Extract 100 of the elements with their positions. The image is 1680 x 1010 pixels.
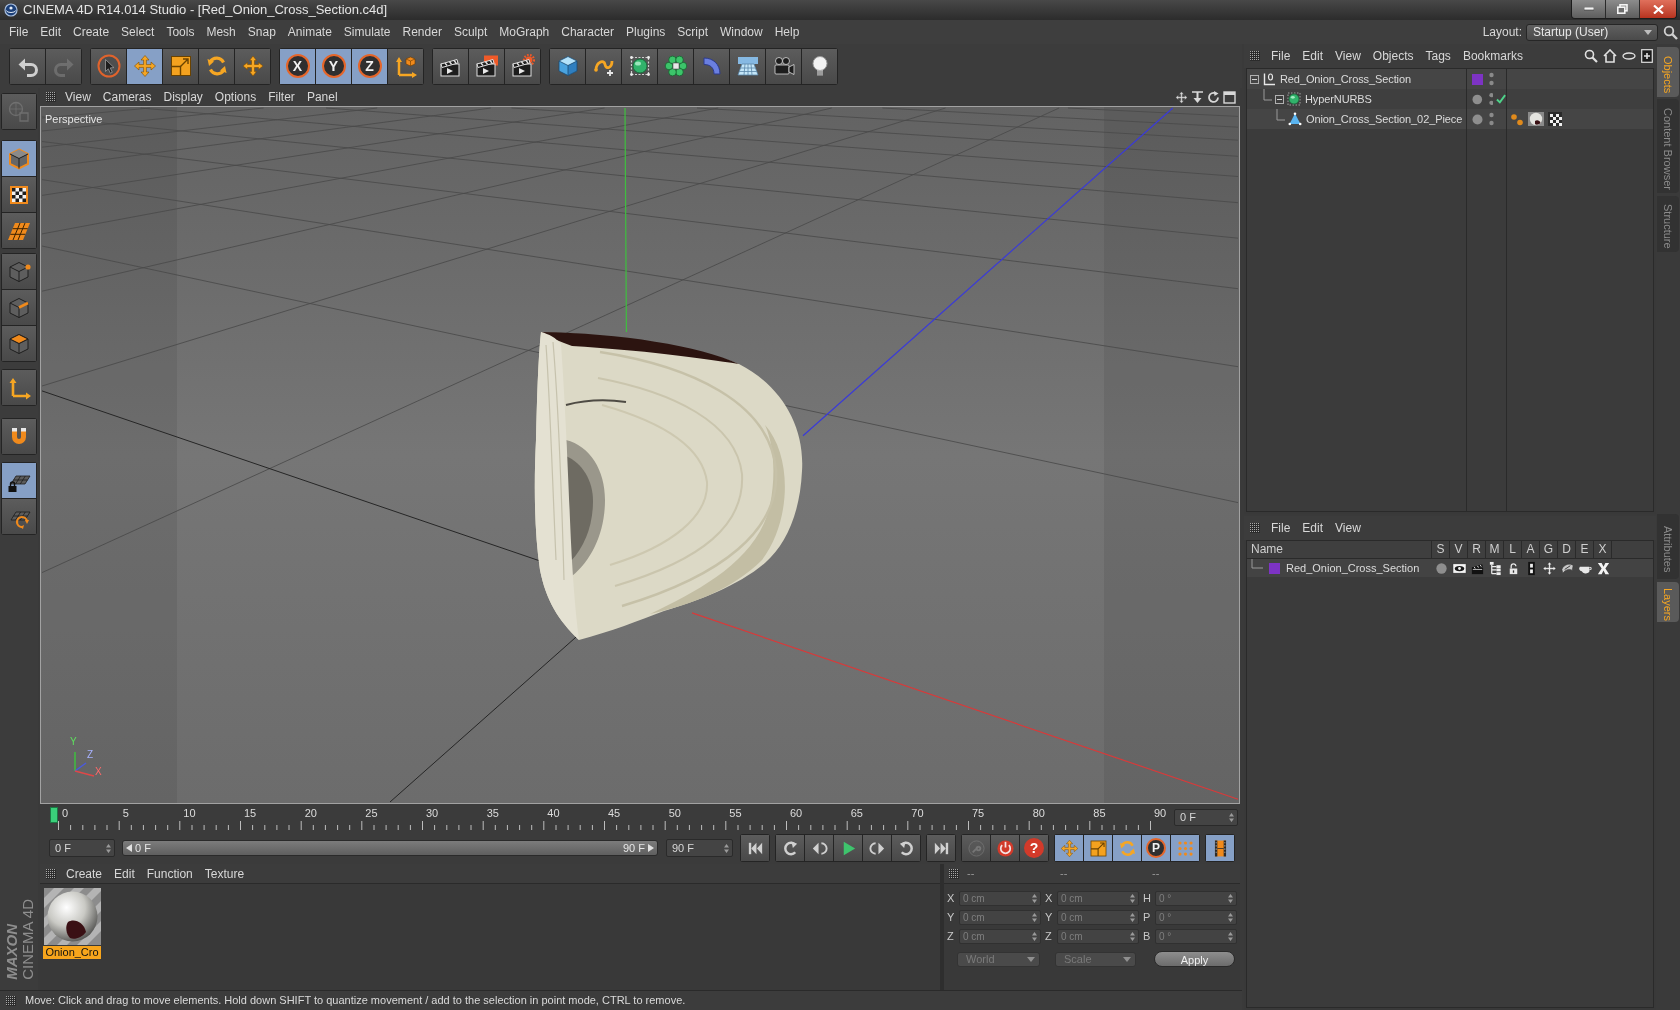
layer-dot-icon[interactable]	[1472, 93, 1483, 105]
object-row[interactable]: HyperNURBS	[1247, 89, 1653, 109]
light-button[interactable]	[802, 48, 837, 84]
grip-icon[interactable]	[6, 995, 16, 1006]
material-sphere-icon[interactable]	[1528, 112, 1544, 126]
render-settings-button[interactable]	[505, 48, 540, 84]
viewport-menu-item[interactable]: Options	[208, 89, 263, 105]
menu-item[interactable]: Render	[396, 22, 448, 42]
viewport-menu-item[interactable]: Panel	[300, 89, 344, 105]
menu-item[interactable]: Tools	[160, 22, 201, 42]
right-triangle-icon[interactable]	[648, 844, 654, 852]
menu-item[interactable]: File	[1265, 47, 1297, 65]
scale-button[interactable]	[163, 48, 198, 84]
menu-item[interactable]: Tags	[1419, 47, 1457, 65]
minimize-button[interactable]	[1572, 0, 1606, 18]
menu-item[interactable]: Select	[115, 22, 161, 42]
viewport-menu-item[interactable]: Filter	[262, 89, 301, 105]
menu-item[interactable]: View	[1329, 47, 1367, 65]
axis-mode-button[interactable]	[2, 370, 36, 405]
cross-arrows-icon[interactable]	[1175, 90, 1188, 104]
next-key-button[interactable]	[892, 835, 920, 861]
menu-item[interactable]: Window	[714, 22, 769, 42]
menu-item[interactable]: File	[1265, 519, 1297, 537]
visibility-dots-icon[interactable]	[1489, 112, 1494, 126]
menu-item[interactable]: Texture	[198, 864, 251, 883]
two-dots-icon[interactable]	[1510, 112, 1524, 126]
panel-tab[interactable]: Objects	[1657, 47, 1679, 97]
search-icon[interactable]	[1584, 49, 1598, 63]
step-forward-button[interactable]	[863, 835, 891, 861]
perspective-viewport[interactable]: Perspective Y Z X	[40, 106, 1240, 804]
viewport-menu-item[interactable]: View	[59, 89, 97, 105]
viewport-menu-item[interactable]: Display	[157, 89, 209, 105]
locked-workplane-button[interactable]	[2, 463, 36, 498]
menu-item[interactable]: MoGraph	[493, 22, 556, 42]
menu-item[interactable]: View	[1329, 519, 1367, 537]
object-name[interactable]: HyperNURBS	[1305, 90, 1372, 108]
panel-tab[interactable]: Structure	[1657, 196, 1679, 252]
go-to-start-button[interactable]	[741, 835, 769, 861]
selection-button[interactable]	[91, 48, 126, 84]
visibility-dots-icon[interactable]	[1489, 72, 1494, 86]
column-header[interactable]: D	[1558, 541, 1576, 558]
move-button[interactable]	[127, 48, 162, 84]
menu-item[interactable]: Objects	[1366, 47, 1420, 65]
object-row[interactable]: Red_Onion_Cross_Section	[1247, 69, 1653, 89]
go-to-end-button[interactable]	[927, 835, 955, 861]
caret-icon[interactable]	[1644, 29, 1652, 35]
menu-item[interactable]: Mesh	[200, 22, 242, 42]
playhead[interactable]	[50, 807, 58, 823]
column-header[interactable]: S	[1432, 541, 1450, 558]
column-header[interactable]: M	[1486, 541, 1504, 558]
column-header[interactable]: G	[1540, 541, 1558, 558]
column-header[interactable]: A	[1522, 541, 1540, 558]
question-button[interactable]: ?	[1020, 835, 1048, 861]
collapse-icon[interactable]	[1275, 94, 1284, 104]
menu-item[interactable]: Function	[140, 864, 199, 883]
material-thumbnail[interactable]	[43, 888, 101, 945]
points-mode-button[interactable]	[2, 254, 36, 289]
autokey-button[interactable]	[991, 835, 1019, 861]
menu-item[interactable]: Simulate	[337, 22, 397, 42]
menu-item[interactable]: Edit	[1296, 519, 1330, 537]
step-back-button[interactable]	[805, 835, 833, 861]
menu-item[interactable]: Edit	[1296, 47, 1330, 65]
spinner-icon[interactable]	[106, 843, 111, 853]
y-axis-button[interactable]: Y	[316, 48, 351, 84]
grip-icon[interactable]	[1250, 523, 1260, 533]
layout-dropdown[interactable]: Startup (User)	[1526, 23, 1658, 41]
play-button[interactable]	[834, 835, 862, 861]
snap-button[interactable]	[2, 419, 36, 454]
column-header[interactable]: R	[1468, 541, 1486, 558]
menu-item[interactable]: Animate	[281, 22, 338, 42]
menu-item[interactable]: Script	[671, 22, 714, 42]
close-button[interactable]	[1640, 0, 1676, 18]
object-row[interactable]: Onion_Cross_Section_02_Piece	[1247, 109, 1653, 129]
spline-button[interactable]	[586, 48, 621, 84]
start-frame-field[interactable]: 0 F	[49, 839, 115, 857]
hierarchy-icon[interactable]	[1487, 560, 1503, 576]
x-axis-button[interactable]: X	[280, 48, 315, 84]
deformer-button[interactable]	[694, 48, 729, 84]
home-icon[interactable]	[1603, 49, 1617, 63]
menu-item[interactable]: Help	[768, 22, 806, 42]
object-name[interactable]: Red_Onion_Cross_Section	[1280, 70, 1411, 88]
camera-button[interactable]	[766, 48, 801, 84]
circular-arrow-icon[interactable]	[1207, 90, 1220, 104]
collapse-icon[interactable]	[1250, 74, 1259, 84]
window-icon[interactable]	[1223, 90, 1236, 104]
checkmark-icon[interactable]	[1496, 94, 1506, 104]
plus-box-icon[interactable]	[1641, 49, 1653, 63]
floor-button[interactable]	[730, 48, 765, 84]
panel-tab[interactable]: Content Browser	[1657, 99, 1679, 193]
rotate-button[interactable]	[199, 48, 234, 84]
coordinate-system-button[interactable]	[388, 48, 423, 84]
checker-icon[interactable]	[1548, 112, 1562, 126]
grip-icon[interactable]	[46, 92, 56, 102]
oval-icon[interactable]	[1622, 51, 1636, 61]
render-view-button[interactable]	[433, 48, 468, 84]
menu-item[interactable]: File	[3, 22, 35, 42]
transform-button[interactable]	[235, 48, 270, 84]
menu-item[interactable]: Bookmarks	[1456, 47, 1529, 65]
parameter-key-button[interactable]: P	[1142, 835, 1170, 861]
material-name[interactable]: Onion_Cro	[43, 946, 101, 959]
